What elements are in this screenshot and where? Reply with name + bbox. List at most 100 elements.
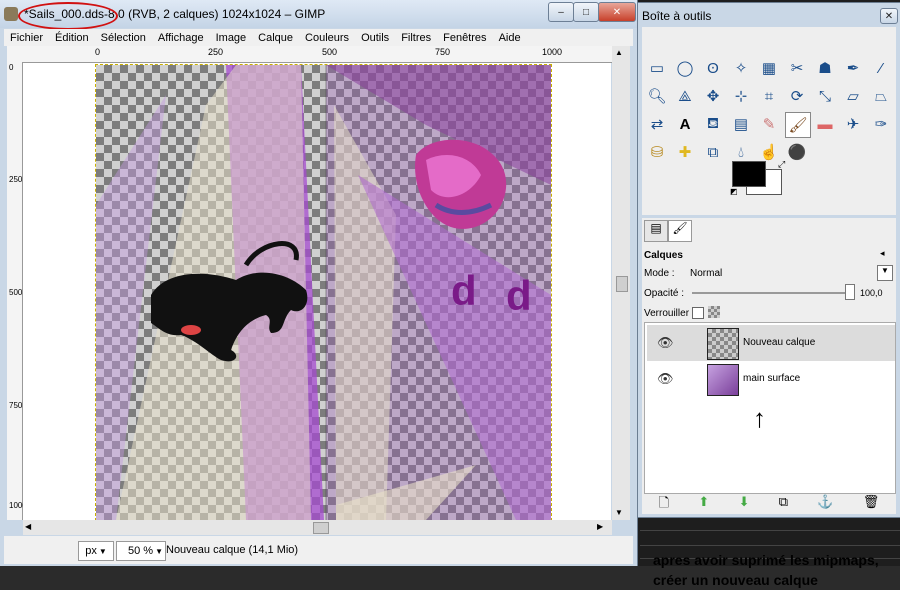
layers-tab-icon[interactable]: ▤ bbox=[644, 220, 668, 242]
chevron-down-icon: ▼ bbox=[98, 546, 107, 556]
scissors-tool-icon[interactable]: ✂ bbox=[786, 57, 808, 79]
maximize-button[interactable]: □ bbox=[573, 2, 599, 22]
flip-tool-icon[interactable]: ⇄ bbox=[646, 113, 668, 135]
smudge-tool-icon[interactable]: ☝ bbox=[758, 141, 780, 163]
menu-calque[interactable]: Calque bbox=[252, 32, 299, 44]
paths-tool-icon[interactable]: ✒ bbox=[842, 57, 864, 79]
rect-select-tool-icon[interactable]: ▭ bbox=[646, 57, 668, 79]
close-button[interactable]: ✕ bbox=[598, 2, 636, 22]
ruler-label: 1000 bbox=[9, 501, 27, 510]
free-select-tool-icon[interactable]: ʘ bbox=[702, 57, 724, 79]
layer-row[interactable]: 👁︎ main surface bbox=[647, 361, 895, 397]
menu-bar: Fichier Édition Sélection Affichage Imag… bbox=[4, 29, 633, 46]
blur-tool-icon[interactable]: 💧︎ bbox=[730, 141, 752, 163]
menu-image[interactable]: Image bbox=[210, 32, 253, 44]
chevron-down-icon[interactable]: ▼ bbox=[877, 265, 893, 281]
perspective-clone-tool-icon[interactable]: ⧉ bbox=[702, 141, 724, 163]
ellipse-select-tool-icon[interactable]: ◯ bbox=[674, 57, 696, 79]
paintbrush-tool-icon[interactable]: 🖌︎ bbox=[785, 112, 811, 138]
layer-row[interactable]: 👁︎ Nouveau calque bbox=[647, 325, 895, 361]
anchor-layer-icon[interactable]: ⚓ bbox=[817, 494, 833, 512]
opacity-value[interactable]: 100,0 bbox=[860, 288, 883, 298]
image-letter-d: d bbox=[451, 267, 477, 314]
raise-layer-icon[interactable]: ⬆ bbox=[698, 494, 709, 512]
align-tool-icon[interactable]: ⊹ bbox=[730, 85, 752, 107]
color-select-tool-icon[interactable]: ▦ bbox=[758, 57, 780, 79]
perspective-tool-icon[interactable]: ⏢ bbox=[870, 85, 892, 107]
opacity-slider[interactable] bbox=[692, 292, 852, 294]
duplicate-layer-icon[interactable]: ⧉ bbox=[779, 494, 788, 512]
scale-tool-icon[interactable]: ⤡ bbox=[814, 85, 836, 107]
lock-alpha-icon[interactable] bbox=[708, 306, 720, 318]
horizontal-scrollbar[interactable]: ◀ ▶ bbox=[23, 520, 612, 535]
new-layer-icon[interactable]: 🗋 bbox=[659, 494, 669, 512]
layer-name[interactable]: Nouveau calque bbox=[743, 337, 815, 348]
red-highlight-ellipse bbox=[18, 2, 118, 30]
unit-select[interactable]: px ▼ bbox=[78, 541, 114, 561]
delete-layer-icon[interactable]: 🗑 bbox=[863, 494, 880, 512]
color-picker-tool-icon[interactable]: ⁄ bbox=[870, 57, 892, 79]
scroll-thumb[interactable] bbox=[313, 522, 329, 534]
scroll-left-arrow-icon[interactable]: ◀ bbox=[25, 522, 31, 531]
foreground-select-tool-icon[interactable]: ☗ bbox=[814, 57, 836, 79]
fuzzy-select-tool-icon[interactable]: ✧ bbox=[730, 57, 752, 79]
dodge-burn-tool-icon[interactable]: ⚫ bbox=[786, 141, 808, 163]
lock-pixels-checkbox[interactable] bbox=[692, 307, 704, 319]
vertical-scrollbar[interactable]: ▲ ▼ bbox=[612, 46, 630, 520]
desktop-stripe bbox=[640, 545, 900, 546]
zoom-select[interactable]: 50 % ▼ bbox=[116, 541, 166, 561]
horizontal-ruler[interactable]: 0 250 500 750 1000 bbox=[22, 46, 612, 63]
lower-layer-icon[interactable]: ⬇ bbox=[739, 494, 750, 512]
menu-aide[interactable]: Aide bbox=[493, 32, 527, 44]
clone-tool-icon[interactable]: ⛁ bbox=[646, 141, 668, 163]
heal-tool-icon[interactable]: ✚ bbox=[674, 141, 696, 163]
default-colors-icon[interactable]: ◩ bbox=[730, 187, 738, 196]
menu-fichier[interactable]: Fichier bbox=[4, 32, 49, 44]
menu-outils[interactable]: Outils bbox=[355, 32, 395, 44]
ruler-label: 250 bbox=[208, 47, 224, 57]
menu-fenetres[interactable]: Fenêtres bbox=[437, 32, 492, 44]
menu-filtres[interactable]: Filtres bbox=[395, 32, 437, 44]
image-content: d d bbox=[96, 65, 551, 520]
menu-selection[interactable]: Sélection bbox=[95, 32, 152, 44]
scroll-down-arrow-icon[interactable]: ▼ bbox=[615, 508, 627, 517]
lock-label: Verrouiller : bbox=[644, 308, 695, 319]
eraser-tool-icon[interactable]: ▬ bbox=[814, 113, 836, 135]
brushes-tab-icon[interactable]: 🖌︎ bbox=[668, 220, 692, 242]
panel-menu-icon[interactable]: ◂ bbox=[880, 248, 885, 259]
shear-tool-icon[interactable]: ▱ bbox=[842, 85, 864, 107]
eye-icon[interactable]: 👁︎ bbox=[657, 371, 674, 387]
rotate-tool-icon[interactable]: ⟳ bbox=[786, 85, 808, 107]
zoom-tool-icon[interactable]: 🔍︎ bbox=[646, 85, 668, 107]
scroll-up-arrow-icon[interactable]: ▲ bbox=[615, 48, 627, 57]
menu-edition[interactable]: Édition bbox=[49, 32, 95, 44]
minimize-button[interactable]: – bbox=[548, 2, 574, 22]
toolbox-close-button[interactable]: ✕ bbox=[880, 8, 898, 24]
measure-tool-icon[interactable]: ⟁ bbox=[674, 85, 696, 107]
title-bar[interactable]: *Sails_000.dds-8.0 (RVB, 2 calques) 1024… bbox=[0, 0, 637, 30]
pencil-tool-icon[interactable]: ✎ bbox=[758, 113, 780, 135]
scroll-right-arrow-icon[interactable]: ▶ bbox=[597, 522, 603, 531]
crop-tool-icon[interactable]: ⌗ bbox=[758, 85, 780, 107]
ruler-label: 250 bbox=[9, 175, 23, 184]
move-tool-icon[interactable]: ✥ bbox=[702, 85, 724, 107]
foreground-color-swatch[interactable] bbox=[732, 161, 766, 187]
bucket-fill-tool-icon[interactable]: ⛾ bbox=[702, 113, 724, 135]
airbrush-tool-icon[interactable]: ✈ bbox=[842, 113, 864, 135]
ink-tool-icon[interactable]: ✑ bbox=[870, 113, 892, 135]
toolbox-panel: ▭ ◯ ʘ ✧ ▦ ✂ ☗ ✒ ⁄ 🔍︎ ⟁ ✥ ⊹ ⌗ ⟳ ⤡ ▱ ⏢ ⇄ A… bbox=[642, 27, 896, 215]
canvas-area[interactable]: d d bbox=[23, 63, 611, 520]
scroll-thumb[interactable] bbox=[616, 276, 628, 292]
blend-tool-icon[interactable]: ▤ bbox=[730, 113, 752, 135]
vertical-ruler[interactable]: 0 250 500 750 1000 bbox=[7, 62, 27, 520]
toolbox-title-bar[interactable]: Boîte à outils ✕ bbox=[638, 3, 900, 27]
image-canvas[interactable]: d d bbox=[95, 64, 552, 520]
mode-value[interactable]: Normal bbox=[690, 268, 722, 279]
layer-name[interactable]: main surface bbox=[743, 373, 800, 384]
menu-couleurs[interactable]: Couleurs bbox=[299, 32, 355, 44]
swap-colors-icon[interactable]: ⤢ bbox=[778, 159, 785, 170]
opacity-slider-handle[interactable] bbox=[845, 284, 855, 300]
menu-affichage[interactable]: Affichage bbox=[152, 32, 210, 44]
eye-icon[interactable]: 👁︎ bbox=[657, 335, 674, 351]
text-tool-icon[interactable]: A bbox=[674, 113, 696, 135]
